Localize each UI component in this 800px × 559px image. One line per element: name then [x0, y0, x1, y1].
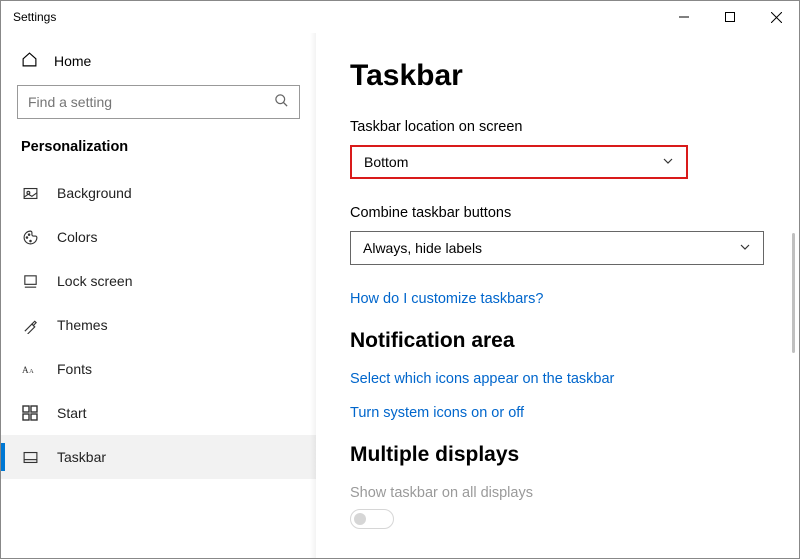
select-icons-link[interactable]: Select which icons appear on the taskbar: [350, 371, 799, 387]
start-icon: [21, 404, 39, 422]
svg-text:A: A: [22, 365, 29, 375]
notification-area-heading: Notification area: [350, 329, 799, 353]
fonts-icon: AA: [21, 360, 39, 378]
sidebar-item-label: Taskbar: [57, 449, 106, 465]
sidebar-item-fonts[interactable]: AA Fonts: [1, 347, 316, 391]
svg-text:A: A: [29, 368, 34, 375]
minimize-button[interactable]: [661, 1, 707, 33]
combine-buttons-label: Combine taskbar buttons: [350, 205, 799, 221]
customize-taskbars-link[interactable]: How do I customize taskbars?: [350, 291, 799, 307]
sidebar-item-label: Fonts: [57, 361, 92, 377]
scrollbar[interactable]: [792, 233, 795, 353]
sidebar-item-background[interactable]: Background: [1, 171, 316, 215]
dropdown-value: Bottom: [364, 154, 408, 170]
system-icons-link[interactable]: Turn system icons on or off: [350, 405, 799, 421]
taskbar-icon: [21, 448, 39, 466]
sidebar-item-lockscreen[interactable]: Lock screen: [1, 259, 316, 303]
maximize-button[interactable]: [707, 1, 753, 33]
close-button[interactable]: [753, 1, 799, 33]
sidebar-item-label: Start: [57, 405, 87, 421]
sidebar-item-start[interactable]: Start: [1, 391, 316, 435]
sidebar-item-taskbar[interactable]: Taskbar: [1, 435, 316, 479]
palette-icon: [21, 228, 39, 246]
page-title: Taskbar: [350, 59, 799, 93]
window-title: Settings: [13, 10, 56, 24]
show-taskbar-all-displays-label: Show taskbar on all displays: [350, 485, 799, 501]
sidebar-item-label: Colors: [57, 229, 97, 245]
search-icon: [274, 93, 289, 111]
home-label: Home: [54, 53, 91, 69]
sidebar-item-themes[interactable]: Themes: [1, 303, 316, 347]
home-icon: [21, 51, 38, 71]
picture-icon: [21, 184, 39, 202]
taskbar-location-dropdown[interactable]: Bottom: [350, 145, 688, 179]
sidebar-item-label: Lock screen: [57, 273, 132, 289]
lockscreen-icon: [21, 272, 39, 290]
content-area: Taskbar Taskbar location on screen Botto…: [316, 33, 799, 558]
category-label: Personalization: [1, 131, 316, 171]
dropdown-value: Always, hide labels: [363, 240, 482, 256]
sidebar-item-colors[interactable]: Colors: [1, 215, 316, 259]
taskbar-location-label: Taskbar location on screen: [350, 119, 799, 135]
themes-icon: [21, 316, 39, 334]
search-input-container[interactable]: [17, 85, 300, 119]
combine-buttons-dropdown[interactable]: Always, hide labels: [350, 231, 764, 265]
show-taskbar-all-displays-toggle[interactable]: [350, 509, 394, 529]
sidebar: Home Personalization Background Colors: [1, 33, 316, 558]
search-input[interactable]: [28, 94, 274, 110]
chevron-down-icon: [662, 154, 674, 170]
chevron-down-icon: [739, 240, 751, 256]
home-nav[interactable]: Home: [1, 43, 316, 79]
sidebar-item-label: Background: [57, 185, 132, 201]
sidebar-item-label: Themes: [57, 317, 108, 333]
multiple-displays-heading: Multiple displays: [350, 443, 799, 467]
titlebar: Settings: [1, 1, 799, 33]
